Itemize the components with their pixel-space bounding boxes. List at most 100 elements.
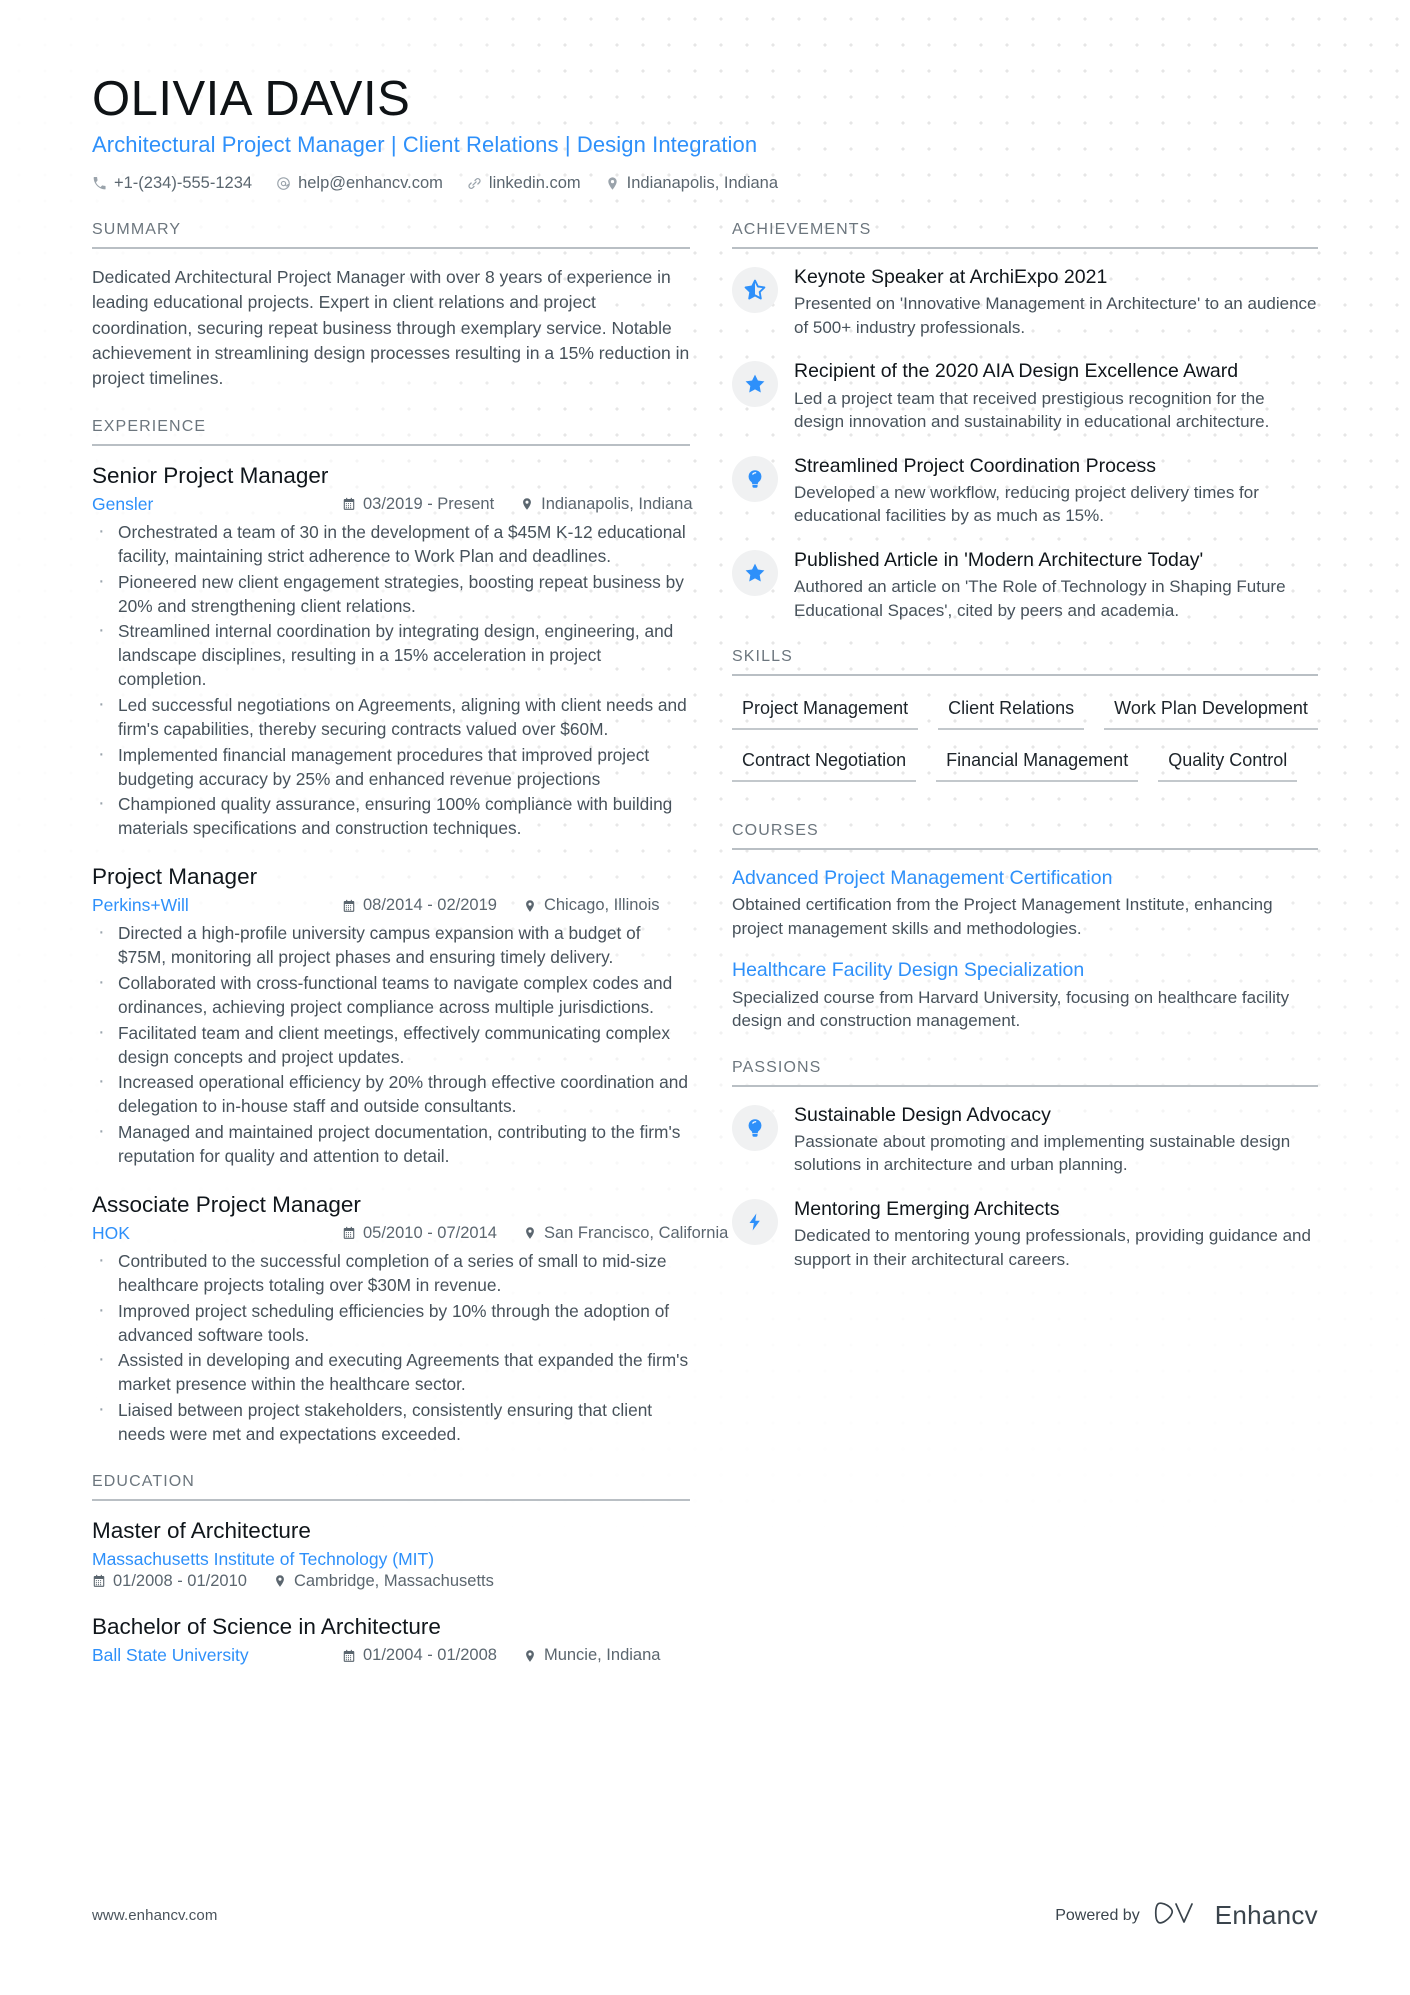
- skill-item: Financial Management: [936, 744, 1139, 783]
- achievement-title: Streamlined Project Coordination Process: [794, 454, 1157, 477]
- achievements-section-title: ACHIEVEMENTS: [732, 221, 1318, 249]
- bullet-item: Championed quality assurance, ensuring 1…: [92, 790, 690, 841]
- passions-section: PASSIONS Sustainable Design Advocacy Pas…: [732, 1059, 1318, 1272]
- star-icon: [743, 372, 767, 396]
- experience-company[interactable]: Perkins+Will: [92, 895, 342, 916]
- footer-branding: Powered by Enhancv: [1055, 1898, 1318, 1933]
- location-pin-icon: [273, 1574, 287, 1588]
- bullet-item: Pioneered new client engagement strategi…: [92, 568, 690, 619]
- skills-section: SKILLS Project Management Client Relatio…: [732, 648, 1318, 796]
- calendar-icon: [342, 1649, 356, 1663]
- achievements-section: ACHIEVEMENTS Keynote Speaker at ArchiExp…: [732, 221, 1318, 622]
- experience-dates-text: 05/2010 - 07/2014: [363, 1223, 497, 1242]
- location-pin-icon: [523, 899, 537, 913]
- achievement-title: Published Article in 'Modern Architectur…: [794, 548, 1204, 571]
- education-dates: 01/2008 - 01/2010: [92, 1572, 247, 1591]
- candidate-name: OLIVIA DAVIS: [92, 72, 411, 126]
- passion-body: Mentoring Emerging Architects Dedicated …: [794, 1197, 1318, 1271]
- candidate-headline: Architectural Project Manager | Client R…: [92, 131, 758, 157]
- bullet-item: Implemented financial management procedu…: [92, 741, 690, 792]
- experience-dates: 03/2019 - Present: [342, 495, 494, 514]
- summary-section: SUMMARY Dedicated Architectural Project …: [92, 221, 690, 392]
- skill-item: Quality Control: [1158, 744, 1298, 783]
- achievement-badge: [732, 266, 778, 313]
- location-pin-icon: [523, 1226, 537, 1240]
- skill-item: Contract Negotiation: [732, 744, 917, 783]
- location-pin-icon: [523, 1649, 537, 1663]
- achievement-desc: Led a project team that received prestig…: [794, 388, 1270, 432]
- experience-company[interactable]: HOK: [92, 1223, 342, 1244]
- skill-item: Project Management: [732, 692, 919, 731]
- contact-row: +1-(234)-555-1234 help@enhancv.com linke…: [92, 174, 1318, 193]
- bullet-item: Contributed to the successful completion…: [92, 1247, 690, 1298]
- achievement-item: Keynote Speaker at ArchiExpo 2021 Presen…: [732, 265, 1318, 339]
- calendar-icon: [342, 1226, 356, 1240]
- bullet-item: Streamlined internal coordination by int…: [92, 617, 690, 692]
- bullet-item: Increased operational efficiency by 20% …: [92, 1068, 690, 1119]
- passion-badge: [732, 1104, 778, 1151]
- achievement-badge: [732, 361, 778, 408]
- enhancv-brand: Enhancv: [1154, 1898, 1318, 1933]
- course-desc: Specialized course from Harvard Universi…: [732, 987, 1290, 1031]
- education-location-text: Muncie, Indiana: [543, 1646, 661, 1665]
- experience-dates: 05/2010 - 07/2014: [342, 1224, 497, 1243]
- passion-desc: Passionate about promoting and implement…: [794, 1132, 1291, 1175]
- footer-website-url[interactable]: www.enhancv.com: [92, 1907, 217, 1924]
- experience-meta: Gensler 03/2019 - Present Indianapolis, …: [92, 494, 693, 515]
- contact-email-text: help@enhancv.com: [298, 173, 443, 192]
- resume-content: OLIVIA DAVIS Architectural Project Manag…: [0, 0, 1410, 1692]
- location-pin-icon: [520, 497, 534, 511]
- contact-link[interactable]: linkedin.com: [467, 174, 581, 193]
- powered-by-label: Powered by: [1055, 1906, 1140, 1924]
- achievement-body: Keynote Speaker at ArchiExpo 2021 Presen…: [794, 265, 1318, 339]
- lightbulb-icon: [744, 1117, 766, 1139]
- education-school[interactable]: Massachusetts Institute of Technology (M…: [92, 1549, 662, 1570]
- summary-section-title: SUMMARY: [92, 221, 690, 249]
- education-location: Muncie, Indiana: [523, 1646, 661, 1665]
- achievement-item: Streamlined Project Coordination Process…: [732, 454, 1318, 528]
- education-dates-text: 01/2008 - 01/2010: [113, 1571, 247, 1590]
- achievement-desc: Authored an article on 'The Role of Tech…: [794, 577, 1286, 620]
- achievement-body: Streamlined Project Coordination Process…: [794, 454, 1318, 528]
- education-location: Cambridge, Massachusetts: [273, 1572, 494, 1591]
- course-title[interactable]: Healthcare Facility Design Specializatio…: [732, 958, 1318, 982]
- bullet-item: Led successful negotiations on Agreement…: [92, 691, 690, 742]
- passion-title: Sustainable Design Advocacy: [794, 1103, 1051, 1126]
- achievement-badge: [732, 549, 778, 596]
- achievement-desc: Developed a new workflow, reducing proje…: [794, 482, 1259, 526]
- bullet-item: Facilitated team and client meetings, ef…: [92, 1019, 690, 1070]
- course-item: Healthcare Facility Design Specializatio…: [732, 958, 1318, 1032]
- skills-section-title: SKILLS: [732, 648, 1318, 677]
- experience-entry: Project Manager Perkins+Will 08/2014 - 0…: [92, 863, 690, 1169]
- summary-text: Dedicated Architectural Project Manager …: [92, 266, 690, 389]
- achievement-title: Recipient of the 2020 AIA Design Excelle…: [794, 360, 1239, 383]
- star-half-icon: [743, 278, 767, 302]
- experience-bullets: Orchestrated a team of 30 in the develop…: [92, 518, 690, 841]
- education-section-title: EDUCATION: [92, 1473, 690, 1501]
- experience-company[interactable]: Gensler: [92, 494, 342, 515]
- achievement-item: Published Article in 'Modern Architectur…: [732, 548, 1318, 622]
- experience-location-text: Indianapolis, Indiana: [541, 494, 693, 513]
- achievement-badge: [732, 455, 778, 502]
- enhancv-brand-name: Enhancv: [1214, 1900, 1318, 1930]
- achievement-item: Recipient of the 2020 AIA Design Excelle…: [732, 359, 1318, 433]
- bullet-item: Managed and maintained project documenta…: [92, 1118, 690, 1169]
- passion-desc: Dedicated to mentoring young professiona…: [794, 1226, 1311, 1269]
- bullet-item: Directed a high-profile university campu…: [92, 919, 690, 970]
- page-footer: www.enhancv.com Powered by Enhancv: [92, 1898, 1318, 1933]
- education-section: EDUCATION Master of Architecture Massach…: [92, 1473, 690, 1666]
- education-school[interactable]: Ball State University: [92, 1645, 342, 1666]
- bullet-item: Improved project scheduling efficiencies…: [92, 1297, 690, 1348]
- contact-phone-text: +1-(234)-555-1234: [114, 173, 253, 192]
- phone-icon: [92, 176, 107, 191]
- passion-item: Sustainable Design Advocacy Passionate a…: [732, 1103, 1318, 1177]
- achievement-body: Published Article in 'Modern Architectur…: [794, 548, 1318, 622]
- passions-section-title: PASSIONS: [732, 1059, 1318, 1087]
- passion-title: Mentoring Emerging Architects: [794, 1197, 1060, 1220]
- experience-section: EXPERIENCE Senior Project Manager Gensle…: [92, 418, 728, 1447]
- experience-bullets: Directed a high-profile university campu…: [92, 919, 690, 1169]
- contact-location: Indianapolis, Indiana: [605, 174, 778, 193]
- calendar-icon: [92, 1574, 106, 1588]
- course-title[interactable]: Advanced Project Management Certificatio…: [732, 866, 1318, 890]
- experience-dates-text: 03/2019 - Present: [363, 494, 495, 513]
